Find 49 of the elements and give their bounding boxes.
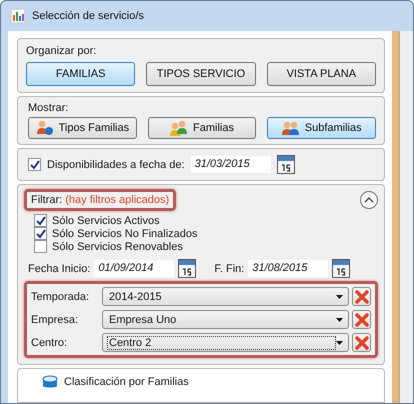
organize-button[interactable]: VISTA PLANA: [266, 62, 376, 86]
clear-button[interactable]: [352, 310, 371, 329]
delete-icon: [354, 336, 368, 350]
caret-icon: [336, 318, 343, 322]
database-icon: [42, 375, 58, 389]
dropdown[interactable]: Empresa Uno: [102, 310, 349, 329]
chevron-up-icon: [364, 197, 374, 203]
clear-button[interactable]: [352, 287, 371, 306]
window-title: Selección de servicio/s: [32, 10, 144, 22]
people-icon: [170, 120, 188, 136]
start-date-label: Fecha Inicio:: [28, 262, 90, 274]
checkbox-label: Sólo Servicios Renovables: [52, 240, 183, 252]
collapse-button[interactable]: [360, 191, 378, 209]
caret-icon: [336, 340, 343, 344]
checkbox[interactable]: [34, 240, 47, 253]
chart-icon: [11, 9, 25, 23]
select-label: Centro:: [31, 336, 68, 348]
calendar-icon[interactable]: [178, 259, 196, 278]
dropdown[interactable]: 2014-2015: [102, 287, 349, 306]
delete-icon: [354, 290, 368, 304]
calendar-icon[interactable]: [332, 259, 350, 278]
caret-icon: [336, 294, 343, 298]
section-label: Organizar por:: [26, 45, 98, 57]
select-label: Empresa:: [31, 314, 80, 326]
show-button[interactable]: Familias: [148, 117, 256, 139]
checkbox-label: Sólo Servicios Activos: [52, 214, 160, 226]
dropdown[interactable]: Centro 2: [102, 333, 349, 352]
end-date-label: F. Fin:: [214, 262, 244, 274]
section-label: Mostrar:: [28, 102, 70, 114]
clear-button[interactable]: [352, 333, 371, 352]
calendar-icon[interactable]: [276, 155, 295, 174]
checkbox[interactable]: [28, 158, 41, 171]
filter-label: Filtrar: (hay filtros aplicados): [31, 194, 170, 206]
date-field[interactable]: 31/03/2015: [190, 156, 271, 173]
tree-item[interactable]: Clasificación por Familias: [64, 376, 189, 388]
checkbox[interactable]: [34, 227, 47, 240]
show-button[interactable]: Tipos Familias: [28, 117, 137, 139]
show-button[interactable]: Subfamilias: [267, 117, 376, 139]
people-icon: [282, 120, 300, 136]
organize-button[interactable]: FAMILIAS: [26, 62, 136, 86]
organize-button[interactable]: TIPOS SERVICIO: [146, 62, 256, 86]
person-info-icon: [36, 120, 54, 136]
checkbox-label: Sólo Servicios No Finalizados: [52, 228, 198, 240]
availability-label: Disponibilidades a fecha de:: [47, 158, 185, 170]
checkbox[interactable]: [34, 214, 47, 227]
date-field[interactable]: 31/08/2015: [248, 260, 328, 277]
date-field[interactable]: 01/09/2014: [94, 260, 174, 277]
delete-icon: [354, 312, 368, 326]
select-label: Temporada:: [31, 290, 90, 302]
